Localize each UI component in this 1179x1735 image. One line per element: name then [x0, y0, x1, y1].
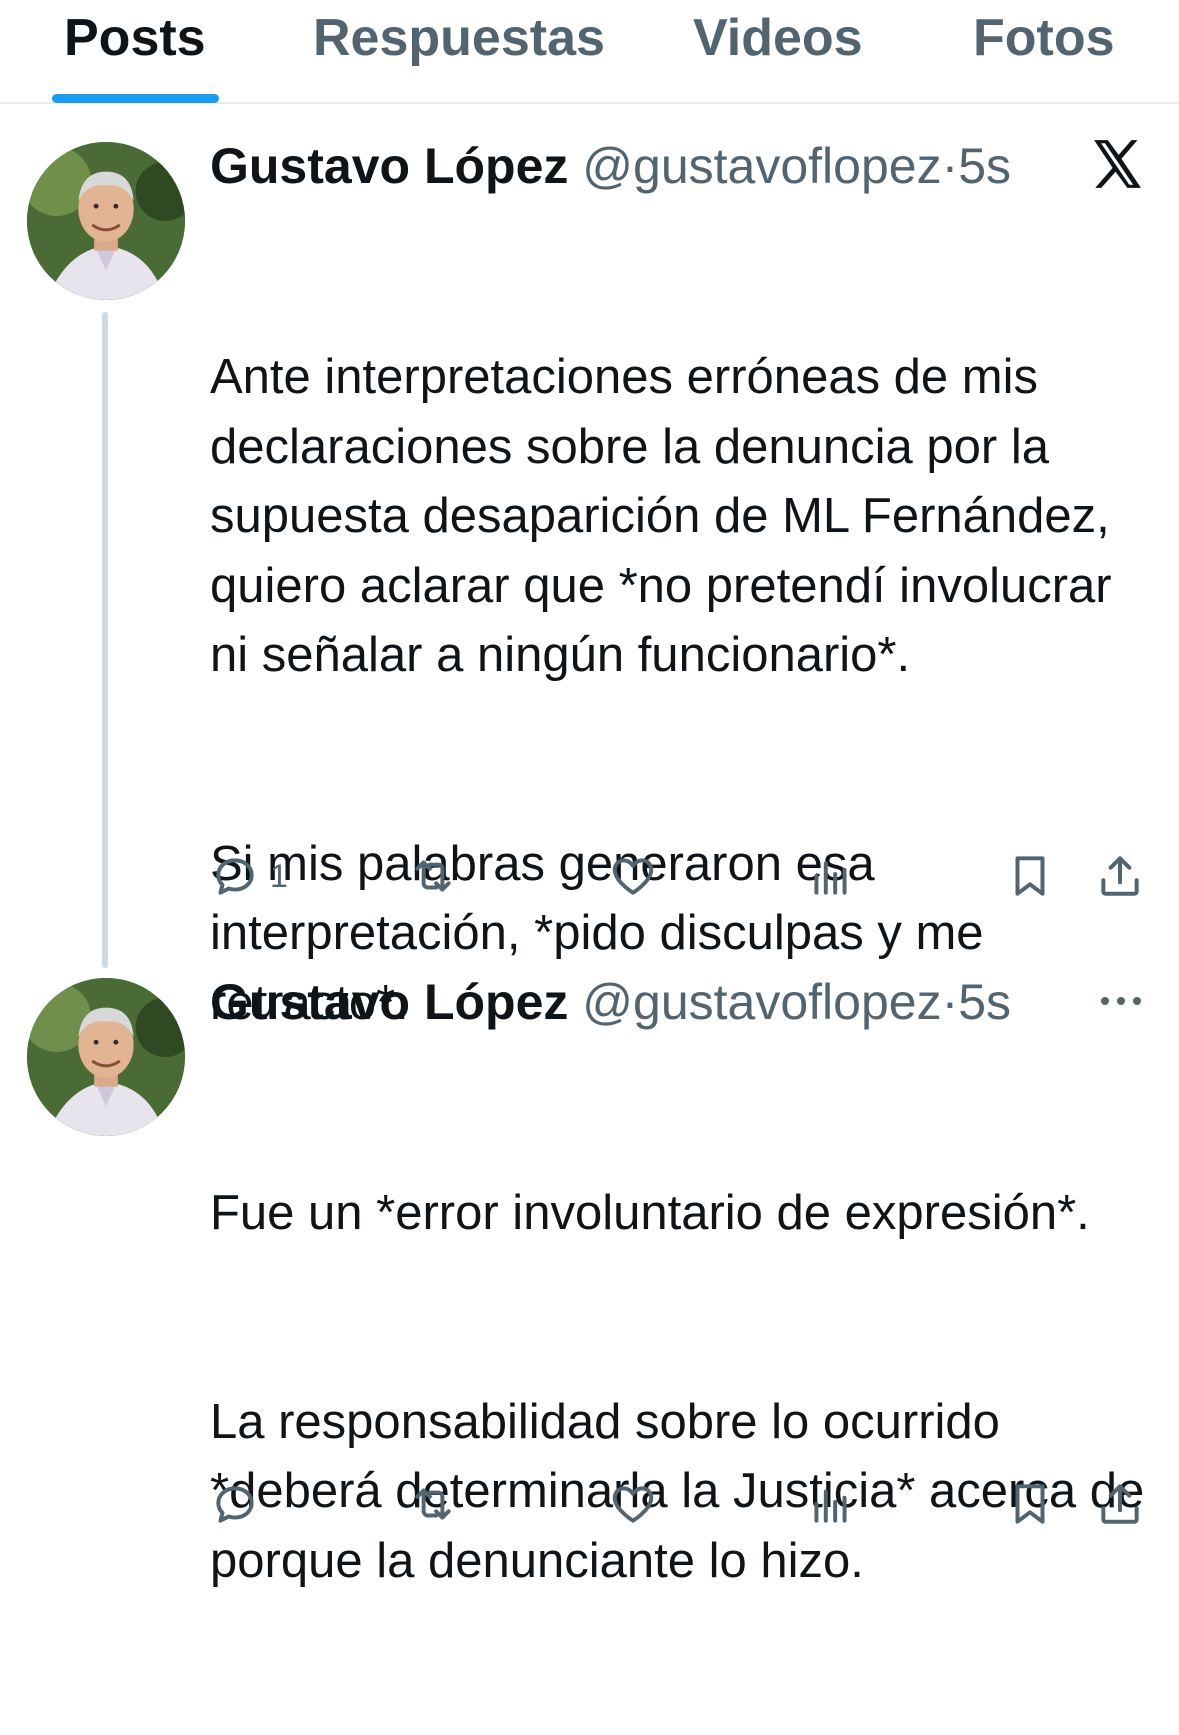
more-options-icon[interactable] — [1098, 984, 1144, 1018]
post-header: Gustavo López @gustavoflopez·5s — [210, 136, 1011, 196]
repost-button[interactable] — [408, 1474, 458, 1534]
tab-videos[interactable]: Videos — [693, 8, 863, 68]
avatar-photo — [27, 142, 185, 300]
tab-fotos[interactable]: Fotos — [973, 8, 1115, 68]
avatar[interactable] — [27, 978, 185, 1136]
share-icon — [1101, 1484, 1139, 1524]
bookmark-button[interactable] — [1005, 846, 1055, 906]
active-tab-indicator — [52, 94, 219, 103]
post-actions — [0, 1474, 1179, 1534]
post-paragraph: Ante interpretaciones erróneas de mis de… — [210, 350, 1126, 682]
heart-icon — [612, 1486, 654, 1523]
views-chart-icon — [814, 861, 847, 895]
views-button[interactable] — [806, 1474, 856, 1534]
author-display-name[interactable]: Gustavo López — [210, 138, 568, 194]
like-button[interactable] — [608, 846, 658, 906]
post-header: Gustavo López @gustavoflopez·5s — [210, 972, 1011, 1032]
avatar-photo — [27, 978, 185, 1136]
post-paragraph: Fue un *error involuntario de expresión*… — [210, 1186, 1090, 1240]
repost-icon — [415, 1488, 451, 1520]
post-actions: 1 — [0, 846, 1179, 906]
author-handle[interactable]: @gustavoflopez — [582, 974, 941, 1030]
views-chart-icon — [814, 1489, 847, 1523]
reply-button[interactable]: 1 — [210, 846, 288, 906]
repost-icon — [415, 860, 451, 892]
reply-icon — [216, 1486, 254, 1523]
author-handle[interactable]: @gustavoflopez — [582, 138, 941, 194]
heart-icon — [612, 858, 654, 895]
share-icon — [1101, 856, 1139, 896]
post-timestamp[interactable]: 5s — [958, 138, 1011, 194]
tab-posts[interactable]: Posts — [64, 8, 206, 68]
reply-button[interactable] — [210, 1474, 270, 1534]
reply-icon — [216, 858, 254, 895]
header-separator: · — [941, 138, 959, 194]
avatar[interactable] — [27, 142, 185, 300]
tab-respuestas[interactable]: Respuestas — [313, 8, 605, 68]
x-logo-icon[interactable] — [1092, 140, 1144, 188]
bookmark-button[interactable] — [1005, 1474, 1055, 1534]
views-button[interactable] — [806, 846, 856, 906]
profile-tabs: Posts Respuestas Videos Fotos — [0, 0, 1179, 104]
post-text: Fue un *error involuntario de expresión*… — [210, 1040, 1160, 1735]
share-button[interactable] — [1095, 1474, 1145, 1534]
reply-count: 1 — [270, 857, 288, 894]
like-button[interactable] — [608, 1474, 658, 1534]
post-timestamp[interactable]: 5s — [958, 974, 1011, 1030]
bookmark-icon — [1015, 856, 1045, 896]
author-display-name[interactable]: Gustavo López — [210, 974, 568, 1030]
share-button[interactable] — [1095, 846, 1145, 906]
header-separator: · — [941, 974, 959, 1030]
bookmark-icon — [1015, 1484, 1045, 1524]
repost-button[interactable] — [408, 846, 458, 906]
